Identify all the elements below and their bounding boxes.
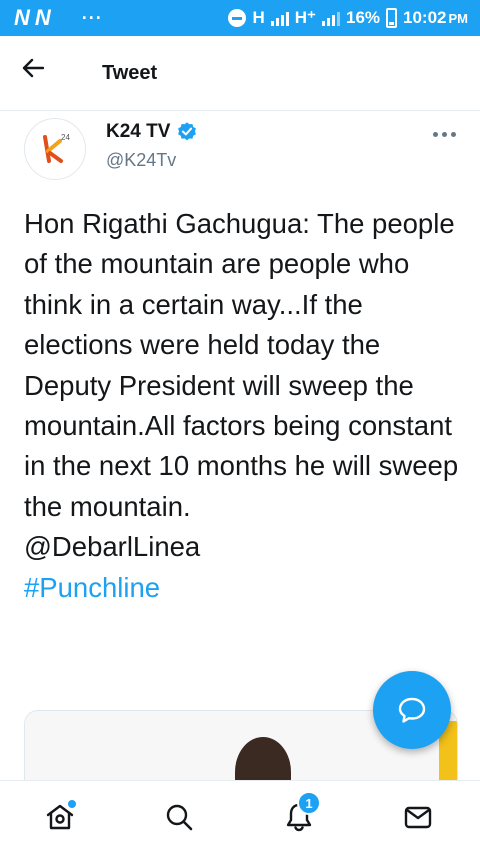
verified-icon bbox=[178, 122, 197, 141]
nav-messages[interactable] bbox=[398, 797, 438, 837]
new-content-dot bbox=[68, 800, 76, 808]
search-icon bbox=[166, 804, 193, 831]
nav-search[interactable] bbox=[159, 797, 199, 837]
author-name-row[interactable]: K24 TV bbox=[106, 121, 198, 143]
tweet-text: Hon Rigathi Gachugua: The people of the … bbox=[24, 208, 459, 522]
arrow-left-icon bbox=[22, 58, 45, 78]
more-dot bbox=[441, 131, 447, 137]
app-header: Tweet bbox=[0, 36, 480, 111]
battery-icon bbox=[386, 8, 398, 28]
page-title: Tweet bbox=[102, 62, 158, 84]
signal-icon bbox=[270, 10, 289, 26]
do-not-disturb-icon bbox=[228, 9, 247, 27]
mention-text[interactable]: @DebarlLinea bbox=[24, 527, 464, 567]
author-handle[interactable]: @K24Tv bbox=[106, 150, 176, 171]
more-dot bbox=[432, 131, 438, 137]
back-button[interactable] bbox=[22, 58, 62, 88]
chat-bubble-icon bbox=[398, 697, 426, 723]
network-type: H bbox=[252, 8, 265, 27]
signal-icon bbox=[321, 10, 340, 26]
more-dot bbox=[450, 131, 456, 137]
notification-badge: 1 bbox=[297, 791, 321, 815]
bottom-nav: 1 bbox=[0, 780, 480, 855]
battery-percent: 16% bbox=[345, 8, 381, 27]
carrier-icon: N bbox=[34, 5, 51, 30]
carrier-icon: N bbox=[14, 5, 30, 30]
network-type: H⁺ bbox=[294, 8, 316, 27]
status-bar: N N ··· H H⁺ 16% 10:02 PM bbox=[0, 0, 480, 36]
k24-logo: 24 bbox=[43, 133, 70, 163]
clock: 10:02 PM bbox=[403, 8, 468, 27]
overflow-icon: ··· bbox=[81, 7, 103, 28]
author-name[interactable]: K24 TV bbox=[106, 121, 170, 143]
mail-icon bbox=[404, 806, 432, 829]
nav-notifications[interactable]: 1 bbox=[279, 791, 321, 837]
avatar[interactable]: 24 bbox=[24, 118, 86, 180]
tweet-body: Hon Rigathi Gachugua: The people of the … bbox=[24, 204, 464, 608]
svg-text:24: 24 bbox=[61, 133, 70, 142]
nav-home[interactable] bbox=[40, 797, 80, 837]
compose-button[interactable] bbox=[373, 671, 451, 749]
hashtag-link[interactable]: #Punchline bbox=[24, 568, 464, 608]
more-options-button[interactable] bbox=[428, 124, 460, 144]
